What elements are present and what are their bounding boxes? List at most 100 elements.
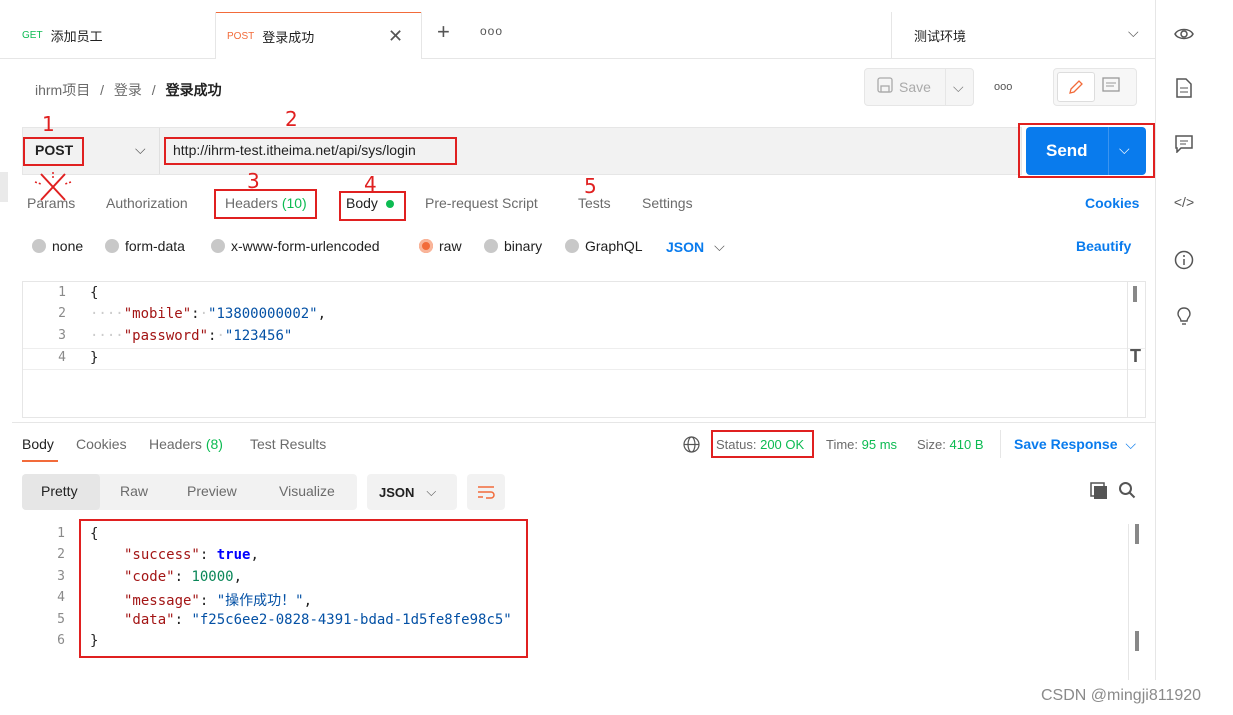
- tab-headers[interactable]: Headers (10): [225, 195, 307, 211]
- active-tab-underline: [22, 460, 58, 462]
- tab-body-label: Body: [346, 195, 378, 211]
- code-line: "message": "操作成功！",: [124, 593, 313, 609]
- tab-divider: [421, 12, 422, 59]
- breadcrumb: ihrm项目 / 登录 / 登录成功: [35, 82, 222, 98]
- cookies-link[interactable]: Cookies: [1085, 195, 1139, 211]
- radio-binary[interactable]: binary: [484, 238, 542, 254]
- code-icon[interactable]: </>: [1174, 192, 1194, 212]
- page-title: 登录成功: [165, 82, 222, 98]
- info-icon[interactable]: [1174, 250, 1194, 270]
- format-select[interactable]: JSON ⌵: [666, 238, 725, 255]
- code-line: "code": 10000,: [124, 569, 243, 585]
- code-line: ····"mobile":·"13800000002",: [90, 306, 327, 322]
- radio-none[interactable]: none: [32, 238, 83, 254]
- size-text: Size: 410 B: [917, 437, 984, 452]
- save-button-group: Save ⌵: [864, 68, 974, 106]
- response-tab-cookies[interactable]: Cookies: [76, 436, 127, 452]
- globe-icon[interactable]: [683, 436, 700, 456]
- code-line: }: [90, 633, 99, 649]
- edit-icon[interactable]: [1057, 72, 1095, 102]
- view-tab-pretty[interactable]: Pretty: [41, 483, 78, 499]
- line-number: 4: [57, 590, 65, 605]
- lightbulb-icon[interactable]: [1174, 306, 1194, 326]
- chevron-down-icon[interactable]: ⌵: [1119, 141, 1130, 158]
- response-format-select[interactable]: JSON ⌵: [367, 474, 457, 510]
- breadcrumb-folder[interactable]: 登录: [114, 82, 142, 98]
- method-select[interactable]: POST: [35, 142, 73, 158]
- tab-headers-label: Headers: [225, 195, 278, 211]
- comment-icon[interactable]: [1174, 134, 1194, 154]
- tab-method: POST: [227, 30, 255, 42]
- radio-urlencoded[interactable]: x-www-form-urlencoded: [211, 238, 380, 254]
- radio-form-data[interactable]: form-data: [105, 238, 185, 254]
- url-input[interactable]: http://ihrm-test.itheima.net/api/sys/log…: [173, 142, 416, 158]
- view-tab-preview[interactable]: Preview: [187, 483, 237, 499]
- scrollbar-thumb[interactable]: [1135, 524, 1139, 544]
- view-mode-toggle: [1053, 68, 1137, 106]
- headers-count: (10): [281, 195, 307, 211]
- scrollbar-thumb[interactable]: [1135, 631, 1139, 651]
- tab-method: GET: [22, 30, 43, 41]
- view-tab-visualize[interactable]: Visualize: [279, 483, 335, 499]
- more-tabs-icon[interactable]: ooo: [480, 24, 503, 38]
- annotation-number: 4: [364, 172, 377, 196]
- code-line: {: [90, 285, 99, 301]
- tab-prerequest-script[interactable]: Pre-request Script: [425, 195, 538, 211]
- chevron-down-icon[interactable]: ⌵: [1128, 24, 1139, 41]
- eye-icon[interactable]: [1174, 24, 1194, 44]
- chevron-down-icon[interactable]: ⌵: [953, 79, 964, 96]
- request-body-editor[interactable]: T: [22, 281, 1146, 418]
- response-tab-headers[interactable]: Headers (8): [149, 436, 223, 452]
- wrap-lines-icon[interactable]: [467, 474, 505, 510]
- annotation-number: 3: [247, 169, 260, 193]
- tab-body[interactable]: Body: [346, 195, 394, 211]
- view-tab-raw[interactable]: Raw: [120, 483, 148, 499]
- more-options-icon[interactable]: ooo: [994, 81, 1012, 93]
- time-text: Time: 95 ms: [826, 437, 898, 452]
- request-bar: [22, 127, 1022, 175]
- code-line: ····"password":·"123456": [90, 328, 293, 344]
- scrollbar-thumb[interactable]: [1133, 286, 1137, 302]
- annotation-number: 2: [285, 107, 298, 131]
- tab-bar: GET 添加员工 POST 登录成功 ✕ + ooo 测试环境 ⌵: [0, 0, 1155, 59]
- status-value: 200 OK: [760, 437, 805, 452]
- search-icon[interactable]: [1118, 481, 1136, 502]
- environment-name[interactable]: 测试环境: [914, 26, 966, 45]
- tab-authorization[interactable]: Authorization: [106, 195, 188, 211]
- radio-raw[interactable]: raw: [419, 238, 462, 254]
- document-icon[interactable]: [1174, 78, 1194, 98]
- line-number: 6: [57, 633, 65, 648]
- chevron-down-icon: ⌵: [1125, 436, 1137, 452]
- code-line: "data": "f25c6ee2-0828-4391-bdad-1d5fe8f…: [124, 612, 512, 628]
- code-line: {: [90, 526, 99, 542]
- line-number: 1: [57, 526, 65, 541]
- line-number: 4: [58, 350, 66, 365]
- tab-label: 添加员工: [50, 29, 103, 44]
- breadcrumb-collection[interactable]: ihrm项目: [35, 82, 90, 98]
- chevron-down-icon[interactable]: ⌵: [135, 141, 146, 158]
- tab-label: 登录成功: [262, 29, 315, 45]
- chevron-down-icon: ⌵: [426, 484, 437, 499]
- send-button[interactable]: Send: [1046, 141, 1088, 161]
- copy-icon[interactable]: [1090, 482, 1108, 503]
- env-divider: [891, 12, 892, 59]
- response-tab-test-results[interactable]: Test Results: [250, 436, 326, 452]
- tab-settings[interactable]: Settings: [642, 195, 693, 211]
- tab-post-login-success[interactable]: POST 登录成功 ✕: [216, 12, 421, 59]
- radio-graphql[interactable]: GraphQL: [565, 238, 643, 254]
- save-button[interactable]: Save: [899, 79, 931, 95]
- left-panel-edge: [0, 172, 8, 202]
- cross-mark-icon: [34, 172, 72, 201]
- line-number: 3: [57, 569, 65, 584]
- close-icon[interactable]: ✕: [388, 26, 403, 47]
- beautify-link[interactable]: Beautify: [1076, 238, 1131, 254]
- line-number: 2: [57, 547, 65, 562]
- save-response-button[interactable]: Save Response ⌵: [1014, 436, 1136, 453]
- line-number: 2: [58, 306, 66, 321]
- add-tab-icon[interactable]: +: [437, 20, 450, 44]
- comment-view-icon[interactable]: [1102, 77, 1120, 98]
- response-tab-body[interactable]: Body: [22, 436, 58, 462]
- tab-get-add-employee[interactable]: GET 添加员工: [22, 12, 212, 59]
- code-line: "success": true,: [124, 547, 259, 563]
- text-cursor-icon: T: [1130, 346, 1141, 366]
